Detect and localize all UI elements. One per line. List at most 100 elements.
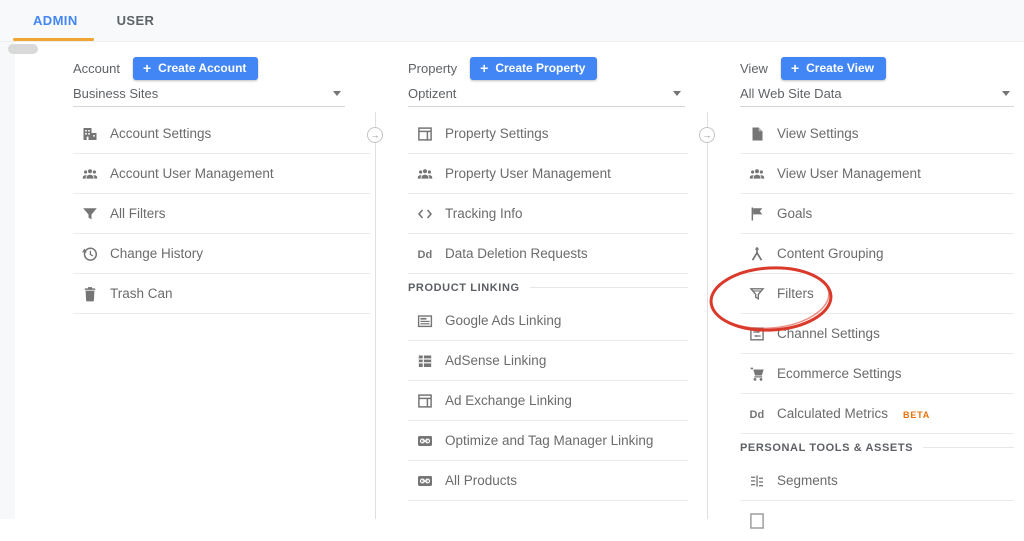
list-item-label: View User Management (777, 166, 921, 181)
list-item-tracking-info[interactable]: Tracking Info (408, 194, 688, 234)
list-item-label: View Settings (777, 126, 859, 141)
building-icon (81, 125, 99, 143)
funnel-outline-icon (748, 285, 766, 303)
dd-icon: Dd (748, 405, 766, 423)
history-icon (81, 245, 99, 263)
list-item-label: Google Ads Linking (445, 313, 562, 328)
account-column: Account + Create Account Business Sites … (73, 56, 370, 314)
list-item-label: Trash Can (110, 286, 173, 301)
list-item-label: Optimize and Tag Manager Linking (445, 433, 654, 448)
beta-badge: BETA (903, 409, 931, 420)
list-item-label: Ad Exchange Linking (445, 393, 572, 408)
property-selector-dropdown[interactable]: Optizent (408, 86, 685, 107)
list-item-content-grouping[interactable]: Content Grouping (740, 234, 1014, 274)
list-item-label: Account User Management (110, 166, 274, 181)
list-item-label: Calculated Metrics (777, 406, 889, 421)
property-column: Property + Create Property Optizent Prop… (408, 56, 691, 501)
list-item-optimize-tag-manager-linking[interactable]: Optimize and Tag Manager Linking (408, 421, 688, 461)
list-item-segments[interactable]: Segments (740, 461, 1014, 501)
create-view-button[interactable]: + Create View (780, 56, 886, 80)
list-item-label: AdSense Linking (445, 353, 547, 368)
link-icon (416, 432, 434, 450)
trash-icon (81, 285, 99, 303)
page-icon (748, 125, 766, 143)
list-item-calculated-metrics[interactable]: Dd Calculated Metrics BETA (740, 394, 1014, 434)
svg-text:Dd: Dd (418, 249, 433, 261)
people-icon (81, 165, 99, 183)
list-item-change-history[interactable]: Change History (73, 234, 370, 274)
list-item-property-user-management[interactable]: Property User Management (408, 154, 688, 194)
plus-icon: + (480, 59, 489, 76)
section-header-personal-tools: PERSONAL TOOLS & ASSETS (740, 434, 1014, 461)
section-header-rule (529, 287, 688, 288)
collapsed-tooltip-badge (8, 44, 38, 54)
list-item-view-user-management[interactable]: View User Management (740, 154, 1014, 194)
create-account-button-label: Create Account (158, 60, 247, 75)
list-item-label: Segments (777, 473, 838, 488)
plus-icon: + (142, 59, 152, 76)
chevron-down-icon (333, 91, 341, 96)
list-item-view-settings[interactable]: View Settings (740, 114, 1014, 154)
list-item-label: Ecommerce Settings (777, 366, 902, 381)
people-icon (416, 165, 434, 183)
flag-icon (748, 205, 766, 223)
create-account-button[interactable]: + Create Account (132, 56, 259, 80)
column-divider (707, 112, 708, 519)
list-item-label: All Products (445, 473, 518, 488)
account-selector-dropdown[interactable]: Business Sites (73, 86, 345, 107)
property-column-label: Property (408, 60, 458, 76)
list-item-account-settings[interactable]: Account Settings (73, 114, 370, 154)
list-item-trash-can[interactable]: Trash Can (73, 274, 370, 314)
list-item-all-products[interactable]: All Products (408, 461, 688, 501)
dd-icon: Dd (416, 245, 434, 263)
list-item-ecommerce-settings[interactable]: Ecommerce Settings (740, 354, 1014, 394)
create-property-button-label: Create Property (495, 60, 586, 75)
list-item-ad-exchange-linking[interactable]: Ad Exchange Linking (408, 381, 688, 421)
people-icon (748, 165, 766, 183)
chevron-down-icon (673, 91, 681, 96)
window-icon (416, 125, 434, 143)
tab-admin[interactable]: ADMIN (33, 13, 78, 28)
list-item-label: Change History (110, 246, 204, 261)
split-icon (748, 245, 766, 263)
list-item-label: Filters (777, 286, 814, 301)
table-icon (416, 352, 434, 370)
collapse-column-button[interactable]: → (699, 127, 715, 143)
column-divider (375, 112, 376, 519)
view-column-label: View (740, 60, 768, 76)
property-selector-value: Optizent (408, 86, 457, 101)
list-item-property-settings[interactable]: Property Settings (408, 114, 688, 154)
section-header-product-linking: PRODUCT LINKING (408, 274, 688, 301)
funnel-icon (81, 205, 99, 223)
partial-square-icon (748, 512, 766, 530)
list-item-all-filters[interactable]: All Filters (73, 194, 370, 234)
account-column-label: Account (73, 60, 120, 76)
list-item-channel-settings[interactable]: Channel Settings (740, 314, 1014, 354)
list-item-label: Property User Management (445, 166, 611, 181)
list-item-account-user-management[interactable]: Account User Management (73, 154, 370, 194)
ads-lines-icon (416, 312, 434, 330)
top-tab-bar: ADMIN USER (0, 0, 1024, 42)
list-item-goals[interactable]: Goals (740, 194, 1014, 234)
list-item-filters[interactable]: Filters (740, 274, 1014, 314)
list-item-partial[interactable] (740, 501, 1014, 541)
view-selector-value: All Web Site Data (740, 86, 842, 101)
cart-icon (748, 365, 766, 383)
list-item-label: Tracking Info (445, 206, 523, 221)
chevron-down-icon (1002, 91, 1010, 96)
list-item-label: Channel Settings (777, 326, 880, 341)
create-property-button[interactable]: + Create Property (470, 56, 598, 80)
list-item-label: Goals (777, 206, 813, 221)
list-item-label: Account Settings (110, 126, 212, 141)
list-item-data-deletion-requests[interactable]: Dd Data Deletion Requests (408, 234, 688, 274)
collapse-column-button[interactable]: → (367, 127, 383, 143)
list-item-label: Data Deletion Requests (445, 246, 588, 261)
left-gutter (0, 42, 15, 519)
segments-icon (748, 472, 766, 490)
tab-user[interactable]: USER (117, 13, 155, 28)
list-item-adsense-linking[interactable]: AdSense Linking (408, 341, 688, 381)
view-selector-dropdown[interactable]: All Web Site Data (740, 86, 1014, 107)
list-item-label: Content Grouping (777, 246, 884, 261)
window-icon (416, 392, 434, 410)
list-item-google-ads-linking[interactable]: Google Ads Linking (408, 301, 688, 341)
